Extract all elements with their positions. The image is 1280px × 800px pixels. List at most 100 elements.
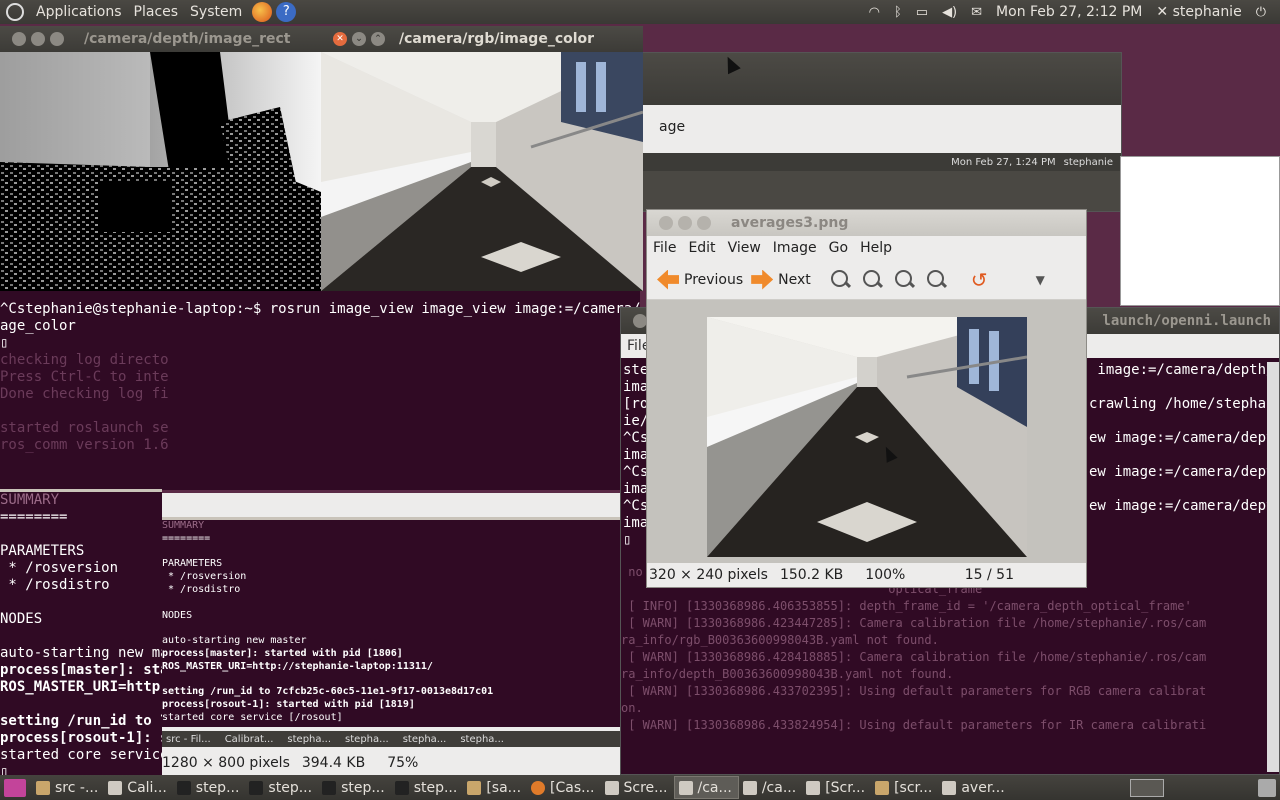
inner-task: stepha... — [287, 733, 332, 745]
menu-applications[interactable]: Applications — [30, 4, 128, 20]
nested-clock: Mon Feb 27, 1:24 PM — [951, 156, 1056, 168]
taskbar-item[interactable]: step... — [173, 776, 246, 799]
maximize-icon[interactable]: ⌃ — [371, 32, 385, 46]
status-zoom: 75% — [387, 755, 419, 771]
minimize-icon[interactable] — [678, 216, 692, 230]
image-canvas[interactable] — [647, 300, 1086, 564]
image-viewer-window[interactable]: averages3.png File Edit View Image Go He… — [646, 209, 1087, 588]
menu-places[interactable]: Places — [128, 4, 185, 20]
background-document — [1120, 156, 1280, 306]
maximize-icon[interactable] — [697, 216, 711, 230]
image-viewer-menubar: File Edit View Image Go Help — [647, 236, 1086, 260]
depth-titlebar: /camera/depth/image_rect — [0, 26, 321, 52]
folder-icon — [36, 780, 50, 795]
menu-image[interactable]: Image — [773, 240, 817, 256]
rgb-image-window[interactable]: ✕ ⌄ ⌃ /camera/rgb/image_color — [321, 26, 643, 291]
zoom-fit-icon[interactable] — [925, 268, 949, 292]
image-icon — [942, 780, 957, 795]
show-desktop-icon[interactable] — [4, 778, 26, 797]
taskbar-item[interactable]: /ca... — [739, 776, 802, 799]
toolbar-overflow-icon[interactable]: ▼ — [1036, 273, 1045, 287]
next-button[interactable]: Next — [751, 269, 811, 290]
zoom-out-icon[interactable] — [861, 268, 885, 292]
terminal-line: auto-starting new ma — [0, 645, 162, 661]
ghost-line: Done checking log fi — [0, 386, 169, 402]
terminal-left[interactable]: SUMMARY ======== PARAMETERS * /rosversio… — [0, 489, 162, 775]
menu-file[interactable]: File — [653, 240, 676, 256]
status-size: 394.4 KB — [301, 755, 366, 771]
ubuntu-logo-icon[interactable] — [6, 3, 24, 21]
taskbar-item[interactable]: src -... — [32, 776, 104, 799]
mail-icon[interactable]: ✉ — [971, 5, 982, 20]
ghost-line: Press Ctrl-C to inte — [0, 369, 169, 385]
window-icon — [742, 780, 757, 795]
rotate-icon[interactable]: ↺ — [971, 268, 988, 292]
maximize-icon[interactable] — [50, 32, 64, 46]
taskbar-item[interactable]: step... — [391, 776, 464, 799]
taskbar-item[interactable]: step... — [318, 776, 391, 799]
status-position: 15 / 51 — [964, 567, 1014, 583]
background-window-text: age — [659, 119, 686, 135]
menu-view[interactable]: View — [728, 240, 761, 256]
window-title: /camera/depth/image_rect — [84, 31, 291, 47]
power-icon[interactable]: ⏻ — [1256, 5, 1266, 20]
minimize-icon[interactable]: ⌄ — [352, 32, 366, 46]
terminal-main[interactable]: ^Cstephanie@stephanie-laptop:~$ rosrun i… — [0, 290, 640, 490]
battery-icon[interactable]: ▭ — [916, 5, 928, 20]
faint-line: [ WARN] [1330368986.433824954]: Using de… — [621, 718, 1207, 732]
screenshot-line: PARAMETERS — [162, 558, 223, 570]
depth-image-window[interactable]: /camera/depth/image_rect — [0, 26, 321, 291]
status-size: 150.2 KB — [779, 567, 844, 583]
previous-button[interactable]: Previous — [657, 269, 743, 290]
firefox-icon[interactable] — [252, 2, 273, 22]
zoom-in-icon[interactable] — [829, 268, 853, 292]
menu-go[interactable]: Go — [829, 240, 848, 256]
menu-help[interactable]: Help — [860, 240, 892, 256]
terminal-line: ^Cs — [623, 430, 649, 446]
user-menu[interactable]: ✕ stephanie — [1156, 4, 1241, 20]
bluetooth-icon[interactable]: ᛒ — [894, 5, 902, 20]
menu-edit[interactable]: Edit — [688, 240, 715, 256]
close-icon[interactable] — [659, 216, 673, 230]
terminal-line: NODES — [0, 611, 43, 627]
taskbar-item[interactable]: [Scr... — [802, 776, 871, 799]
window-title: launch/openni.launch — [1102, 313, 1271, 329]
close-icon[interactable] — [12, 32, 26, 46]
help-icon[interactable]: ? — [276, 2, 297, 22]
taskbar-item[interactable]: aver... — [938, 776, 1010, 799]
taskbar-item[interactable]: step... — [245, 776, 318, 799]
close-icon[interactable] — [633, 314, 647, 328]
minimize-icon[interactable] — [31, 32, 45, 46]
taskbar-item[interactable]: [scr... — [871, 776, 938, 799]
rgb-titlebar: ✕ ⌄ ⌃ /camera/rgb/image_color — [321, 26, 643, 52]
taskbar-item[interactable]: [sa... — [463, 776, 527, 799]
viewed-image — [707, 317, 1027, 557]
taskbar-item[interactable]: Scre... — [601, 776, 674, 799]
wifi-icon[interactable]: ◠ — [869, 5, 880, 20]
terminal-line: crawling /home/stephan — [1089, 396, 1275, 412]
volume-icon[interactable]: ◀) — [942, 5, 957, 20]
screenshot-viewer-window[interactable]: SUMMARY ======== PARAMETERS * /rosversio… — [162, 493, 620, 775]
depth-image — [0, 52, 321, 291]
terminal-line: ima — [623, 379, 649, 395]
zoom-normal-icon[interactable] — [893, 268, 917, 292]
close-icon[interactable]: ✕ — [333, 32, 347, 46]
clock[interactable]: Mon Feb 27, 2:12 PM — [996, 4, 1142, 20]
screenshot-line: SUMMARY — [162, 520, 205, 531]
terminal-right-scrollbar[interactable] — [1267, 362, 1279, 772]
trash-icon[interactable] — [1258, 778, 1276, 797]
background-window: age Mon Feb 27, 1:24 PM stephanie — [640, 52, 1122, 212]
arrow-right-icon — [751, 269, 774, 290]
taskbar-item[interactable]: [Cas... — [527, 776, 600, 799]
screenshot-icon — [806, 780, 821, 795]
workspace-switcher[interactable] — [1130, 778, 1164, 797]
menu-system[interactable]: System — [184, 4, 248, 20]
terminal-icon — [176, 780, 191, 795]
editor-icon — [108, 780, 123, 795]
taskbar-item-active[interactable]: /ca... — [673, 776, 739, 799]
taskbar-item[interactable]: Cali... — [104, 776, 172, 799]
screenshot-line: started core service [/rosout] — [162, 711, 343, 723]
screenshot-terminal: SUMMARY ======== PARAMETERS * /rosversio… — [162, 517, 620, 727]
terminal-line: ew image:=/camera/dept — [1089, 430, 1275, 446]
